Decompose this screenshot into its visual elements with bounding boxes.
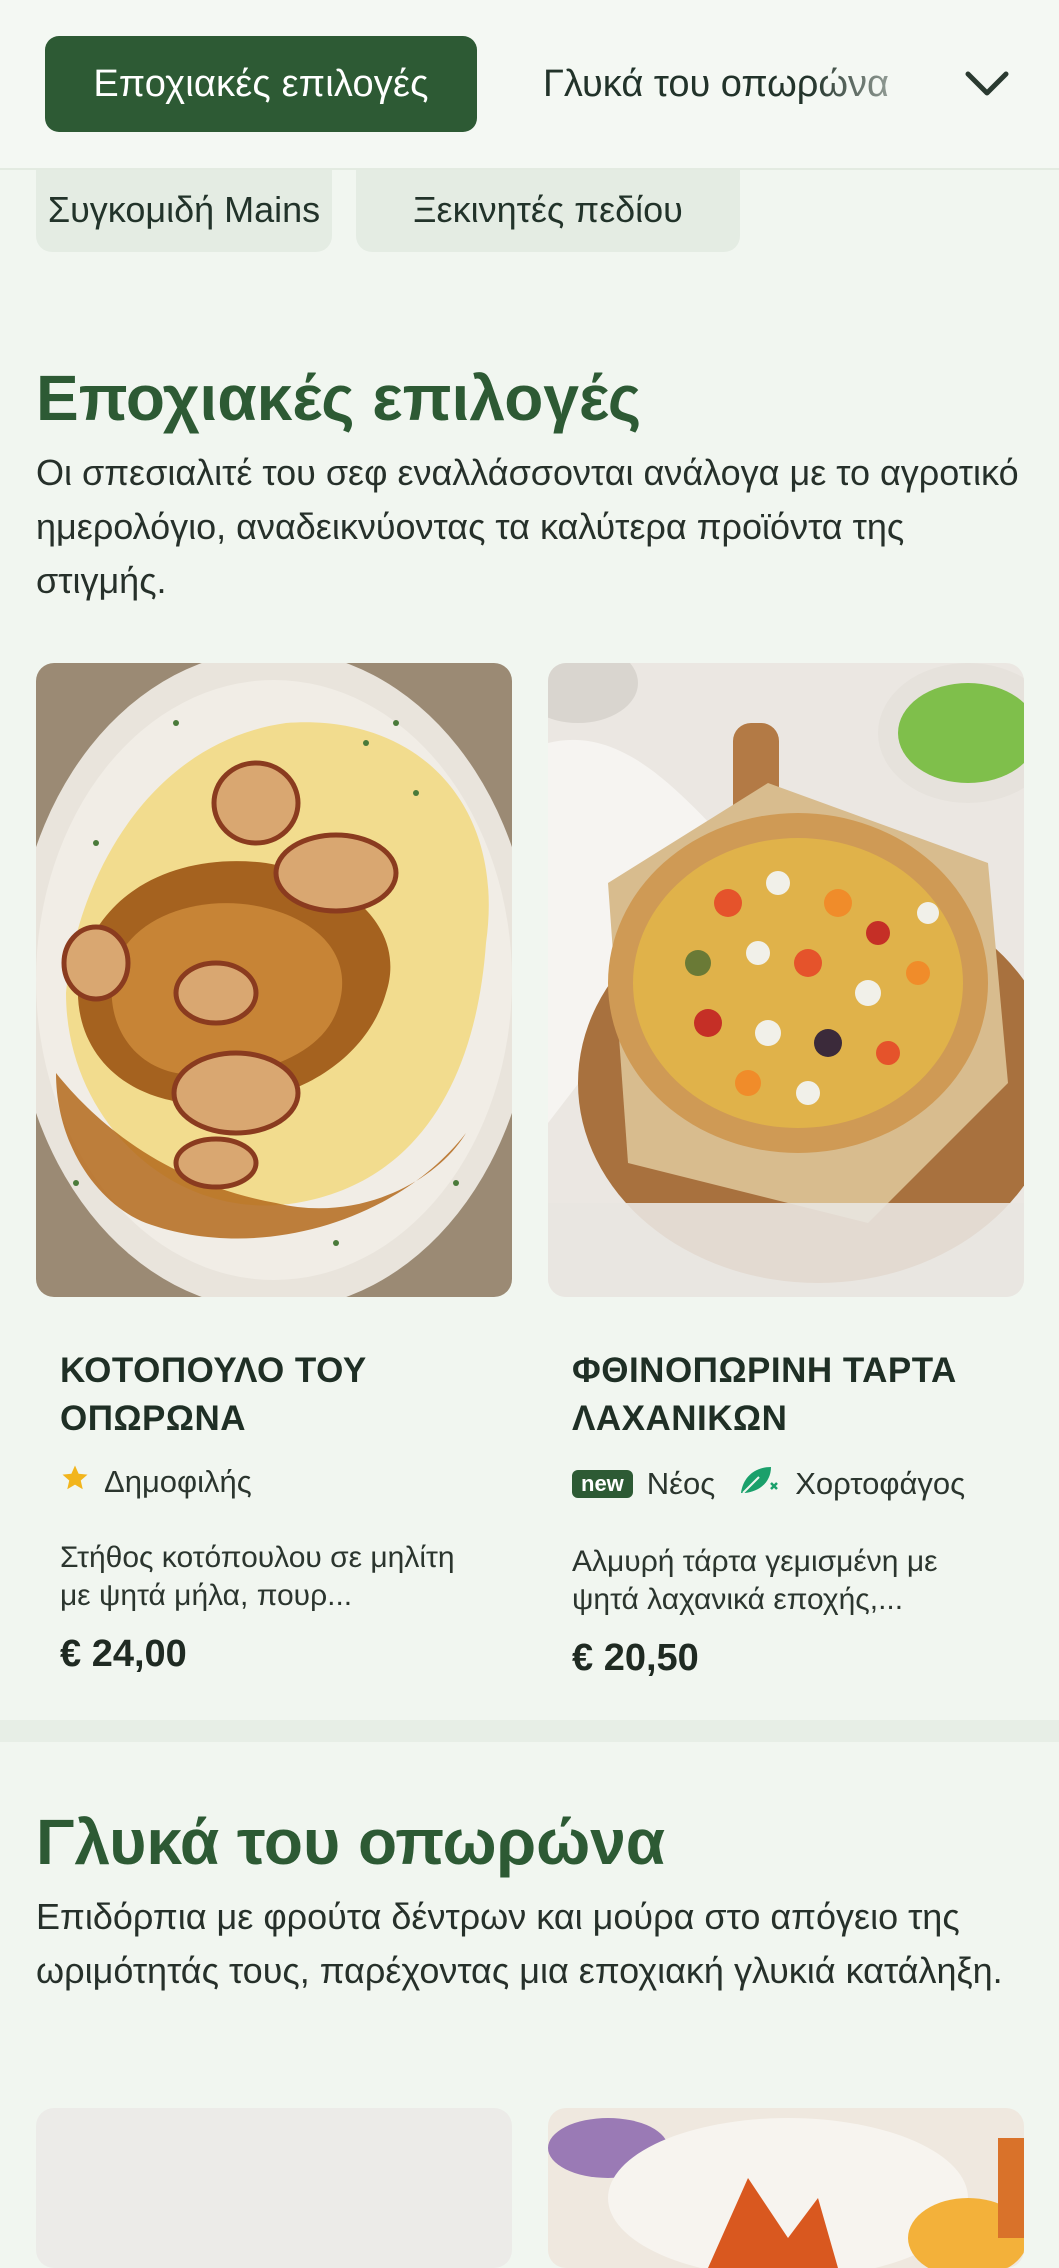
section-title: Εποχιακές επιλογές: [36, 362, 642, 434]
dish-image: [548, 663, 1024, 1297]
dish-image[interactable]: [548, 2108, 1024, 2268]
section-orchard-sweets: Γλυκά του οπωρώνα Επιδόρπια με φρούτα δέ…: [36, 1802, 1024, 1998]
dish-image: [36, 663, 512, 1297]
section-title: Γλυκά του οπωρώνα: [36, 1806, 666, 1878]
section-divider: [0, 1720, 1059, 1742]
dish-price: € 24,00: [60, 1633, 187, 1675]
dish-description: Στήθος κοτόπουλου σε μηλίτη με ψητά μήλα…: [60, 1541, 455, 1612]
dish-image[interactable]: [36, 2108, 512, 2268]
menu-cards: ΚΟΤΟΠΟΥΛΟ ΤΟΥ ΟΠΩΡΩΝΑ Δημοφιλής Στήθος κ…: [36, 663, 1024, 1679]
menu-card[interactable]: ΚΟΤΟΠΟΥΛΟ ΤΟΥ ΟΠΩΡΩΝΑ Δημοφιλής Στήθος κ…: [36, 663, 512, 1676]
menu-cards-partial: [36, 2108, 1024, 2268]
dish-badges: new Νέος Χορτοφάγος: [572, 1463, 1024, 1505]
menu-card[interactable]: ΦΘΙΝΟΠΩΡΙΝΗ ΤΑΡΤΑ ΛΑΧΑΝΙΚΩΝ new Νέος Χορ…: [548, 663, 1024, 1680]
dish-description: Αλμυρή τάρτα γεμισμένη με ψητά λαχανικά …: [572, 1545, 938, 1616]
dish-badges: Δημοφιλής: [60, 1463, 512, 1501]
badge-vegetarian: Χορτοφάγος: [795, 1466, 966, 1501]
badge-new-label: Νέος: [646, 1466, 716, 1501]
star-icon: [60, 1463, 90, 1501]
tab-harvest-mains[interactable]: Συγκομιδή Mains: [36, 168, 332, 252]
badge-new: new: [572, 1470, 633, 1498]
tab-seasonal-picks[interactable]: Εποχιακές επιλογές: [45, 36, 477, 132]
dish-price: € 20,50: [572, 1637, 699, 1679]
chevron-down-icon[interactable]: [960, 60, 1014, 108]
dish-title: ΚΟΤΟΠΟΥΛΟ ΤΟΥ ΟΠΩΡΩΝΑ: [60, 1351, 367, 1438]
category-nav: Εποχιακές επιλογές Γλυκά του οπωρώνα: [0, 0, 1059, 170]
category-nav-row2: Συγκομιδή Mains Ξεκινητές πεδίου: [36, 168, 740, 252]
tab-field-starters[interactable]: Ξεκινητές πεδίου: [356, 168, 740, 252]
section-description: Οι σπεσιαλιτέ του σεφ εναλλάσσονται ανάλ…: [36, 452, 1019, 601]
section-seasonal: Εποχιακές επιλογές Οι σπεσιαλιτέ του σεφ…: [36, 358, 1024, 608]
leaf-icon: [737, 1463, 781, 1505]
dish-title: ΦΘΙΝΟΠΩΡΙΝΗ ΤΑΡΤΑ ΛΑΧΑΝΙΚΩΝ: [572, 1351, 957, 1438]
badge-popular: Δημοφιλής: [104, 1464, 252, 1499]
section-description: Επιδόρπια με φρούτα δέντρων και μούρα στ…: [36, 1896, 1003, 1991]
tab-orchard-sweets[interactable]: Γλυκά του οπωρώνα: [543, 36, 923, 132]
